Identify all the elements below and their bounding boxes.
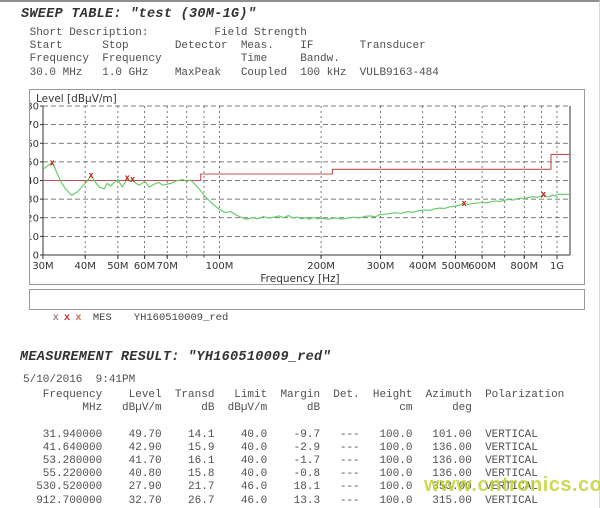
svg-text:300M: 300M xyxy=(367,261,395,272)
svg-text:x: x xyxy=(541,190,547,200)
svg-text:80: 80 xyxy=(30,102,39,113)
svg-text:400M: 400M xyxy=(409,261,437,272)
svg-text:70M: 70M xyxy=(157,261,178,272)
svg-text:Frequency [Hz]: Frequency [Hz] xyxy=(260,273,339,284)
svg-text:x: x xyxy=(461,199,467,209)
svg-text:1G: 1G xyxy=(550,261,564,272)
svg-text:200M: 200M xyxy=(307,261,335,272)
legend-trace-name: YH160510009_red xyxy=(134,312,229,324)
legend-x-marker-icon: x xyxy=(53,312,59,324)
svg-text:500M: 500M xyxy=(442,261,470,272)
svg-text:30: 30 xyxy=(30,195,39,206)
chart-legend: xxx MESYH160510009_red xyxy=(29,289,585,310)
svg-text:70: 70 xyxy=(30,120,39,131)
level-chart: Level [dBµV/m] 0102030405060708030M40M50… xyxy=(29,89,585,285)
svg-text:x: x xyxy=(88,171,94,181)
legend-series-label: MES xyxy=(93,312,112,324)
legend-x-marker-icon: x xyxy=(64,312,70,324)
svg-text:x: x xyxy=(130,175,136,185)
svg-text:60: 60 xyxy=(30,139,39,150)
sweep-table-title: SWEEP TABLE: "test (30M-1G)" xyxy=(21,7,256,22)
legend-x-marker-icon: x xyxy=(75,312,81,324)
watermark-text: www.cntronics.com xyxy=(424,474,600,497)
svg-text:10: 10 xyxy=(30,232,39,243)
svg-text:50: 50 xyxy=(30,157,39,168)
svg-text:50M: 50M xyxy=(107,261,128,272)
svg-text:800M: 800M xyxy=(510,261,538,272)
sweep-chart-plot: 0 10 20 30 40 50 60 70 80 30M 40M 50M 60M70M 100M 200M… xyxy=(30,90,584,284)
svg-text:40: 40 xyxy=(30,176,39,187)
svg-text:20: 20 xyxy=(30,213,39,224)
sweep-table-parameters: Short Description: Field Strength Start … xyxy=(23,27,439,80)
svg-text:x: x xyxy=(49,158,55,168)
svg-text:0: 0 xyxy=(33,251,39,262)
svg-text:60M: 60M xyxy=(134,261,155,272)
svg-text:600M: 600M xyxy=(468,261,496,272)
emc-report-page: { "sweep_table": { "title": "SWEEP TABLE… xyxy=(0,0,600,508)
svg-text:30M: 30M xyxy=(32,261,53,272)
svg-text:100M: 100M xyxy=(206,261,234,272)
measurement-result-title: MEASUREMENT RESULT: "YH160510009_red" xyxy=(20,350,331,365)
measurement-timestamp: 5/10/2016 9:41PM xyxy=(23,374,135,387)
legend-marker-icons: xxx xyxy=(43,312,93,324)
svg-text:40M: 40M xyxy=(74,261,95,272)
